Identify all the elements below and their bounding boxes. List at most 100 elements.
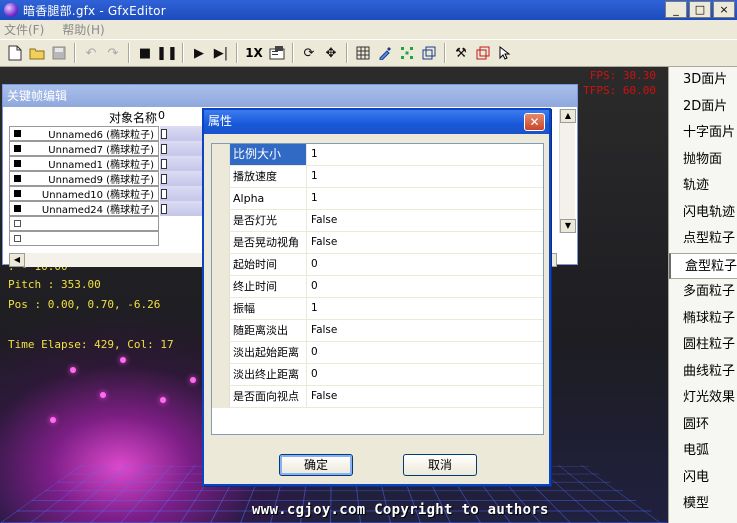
maximize-button[interactable]: □	[689, 1, 711, 18]
save-icon[interactable]	[48, 42, 70, 64]
keyframe-track[interactable]	[160, 141, 206, 156]
property-value[interactable]: 1	[307, 166, 543, 187]
object-type-item[interactable]: 多面粒子	[669, 279, 737, 306]
object-type-item[interactable]: 圆环	[669, 412, 737, 439]
keyframe-track[interactable]	[160, 171, 206, 186]
property-value[interactable]: False	[307, 210, 543, 231]
undo-icon[interactable]: ↶	[80, 42, 102, 64]
empty-checkbox[interactable]	[14, 220, 21, 227]
object-visibility-checkbox[interactable]	[14, 145, 21, 152]
property-value[interactable]: 0	[307, 276, 543, 297]
object-type-item[interactable]: 十字面片	[669, 120, 737, 147]
open-folder-icon[interactable]	[26, 42, 48, 64]
object-type-item[interactable]: 椭球粒子	[669, 306, 737, 333]
object-type-panel: 3D面片 2D面片 十字面片 抛物面 轨迹 闪电轨迹 点型粒子 盒型粒子 多面粒…	[668, 67, 737, 523]
playback-speed-button[interactable]: 1X	[242, 46, 266, 60]
property-value[interactable]: 1	[307, 188, 543, 209]
property-row[interactable]: 是否面向视点 False	[212, 386, 543, 408]
object-type-item[interactable]: 点型粒子	[669, 226, 737, 253]
property-row[interactable]: 是否灯光 False	[212, 210, 543, 232]
pause-icon[interactable]: ❚❚	[156, 42, 178, 64]
keyframe-vertical-scrollbar[interactable]: ▲ ▼	[559, 109, 576, 233]
scroll-left-icon[interactable]: ◀	[9, 253, 25, 267]
property-value[interactable]: 0	[307, 364, 543, 385]
property-row[interactable]: 是否晃动视角 False	[212, 232, 543, 254]
property-row[interactable]: 随距离淡出 False	[212, 320, 543, 342]
keyframe-object-row[interactable]: Unnamed6 (椭球粒子)	[9, 126, 159, 141]
keyframe-track[interactable]	[160, 201, 206, 216]
property-row[interactable]: 淡出起始距离 0	[212, 342, 543, 364]
object-visibility-checkbox[interactable]	[14, 130, 21, 137]
property-row[interactable]: 振幅 1	[212, 298, 543, 320]
property-value[interactable]: False	[307, 386, 543, 407]
grid-icon[interactable]	[352, 42, 374, 64]
object-type-item[interactable]: 模型	[669, 491, 737, 518]
cancel-button[interactable]: 取消	[403, 454, 477, 476]
properties-icon[interactable]	[266, 42, 288, 64]
box-icon[interactable]	[418, 42, 440, 64]
redo-icon[interactable]: ↷	[102, 42, 124, 64]
object-type-item[interactable]: 3D面片	[669, 67, 737, 94]
object-visibility-checkbox[interactable]	[14, 175, 21, 182]
help-cursor-icon[interactable]	[494, 42, 516, 64]
keyframe-object-row[interactable]: Unnamed24 (椭球粒子)	[9, 201, 159, 216]
keyframe-track[interactable]	[160, 156, 206, 171]
object-visibility-checkbox[interactable]	[14, 205, 21, 212]
object-type-item[interactable]: 轨迹	[669, 173, 737, 200]
object-type-item[interactable]: 2D面片	[669, 94, 737, 121]
keyframe-object-row[interactable]: Unnamed1 (椭球粒子)	[9, 156, 159, 171]
property-value[interactable]: False	[307, 320, 543, 341]
scroll-up-icon[interactable]: ▲	[560, 109, 576, 123]
keyframe-object-row[interactable]: Unnamed7 (椭球粒子)	[9, 141, 159, 156]
keyframe-track[interactable]	[160, 186, 206, 201]
move-icon[interactable]: ✥	[320, 42, 342, 64]
object-type-item[interactable]: 闪电轨迹	[669, 200, 737, 227]
stop-icon[interactable]: ■	[134, 42, 156, 64]
object-name-column-header: 对象名称	[108, 111, 157, 125]
property-value[interactable]: False	[307, 232, 543, 253]
object-type-item[interactable]: 曲线粒子	[669, 359, 737, 386]
property-row[interactable]: 比例大小 1	[212, 144, 543, 166]
property-row[interactable]: 起始时间 0	[212, 254, 543, 276]
toolbar-separator	[292, 43, 294, 63]
close-button[interactable]: ×	[713, 1, 735, 18]
toolbar-separator	[74, 43, 76, 63]
scroll-down-icon[interactable]: ▼	[560, 219, 576, 233]
select-points-icon[interactable]	[396, 42, 418, 64]
keyframe-object-row[interactable]: Unnamed10 (椭球粒子)	[9, 186, 159, 201]
object-type-item[interactable]: 电弧	[669, 438, 737, 465]
keyframe-empty-row[interactable]	[9, 231, 159, 246]
keyframe-object-row[interactable]: Unnamed9 (椭球粒子)	[9, 171, 159, 186]
keyframe-track[interactable]	[160, 126, 206, 141]
object-type-item[interactable]: 闪电	[669, 465, 737, 492]
property-value[interactable]: 0	[307, 254, 543, 275]
menu-help[interactable]: 帮助(H)	[62, 21, 104, 38]
keyframe-empty-row[interactable]	[9, 216, 159, 231]
object-type-item[interactable]: 灯光效果	[669, 385, 737, 412]
tools-icon[interactable]: ⚒	[450, 42, 472, 64]
property-row[interactable]: Alpha 1	[212, 188, 543, 210]
box-red-icon[interactable]	[472, 42, 494, 64]
dialog-close-button[interactable]: ✕	[524, 113, 545, 131]
new-file-icon[interactable]	[4, 42, 26, 64]
play-icon[interactable]: ▶	[188, 42, 210, 64]
object-visibility-checkbox[interactable]	[14, 160, 21, 167]
rotate-icon[interactable]: ⟳	[298, 42, 320, 64]
ok-button[interactable]: 确定	[279, 454, 353, 476]
property-value[interactable]: 1	[307, 144, 543, 165]
property-row[interactable]: 终止时间 0	[212, 276, 543, 298]
eyedropper-icon[interactable]	[374, 42, 396, 64]
menu-file[interactable]: 文件(F)	[4, 21, 44, 38]
property-value[interactable]: 1	[307, 298, 543, 319]
property-row[interactable]: 淡出终止距离 0	[212, 364, 543, 386]
empty-checkbox[interactable]	[14, 235, 21, 242]
object-type-item[interactable]: 抛物面	[669, 147, 737, 174]
property-value[interactable]: 0	[307, 342, 543, 363]
object-visibility-checkbox[interactable]	[14, 190, 21, 197]
object-name: Unnamed9 (椭球粒子)	[48, 175, 154, 186]
property-row[interactable]: 播放速度 1	[212, 166, 543, 188]
minimize-button[interactable]: _	[665, 1, 687, 18]
object-type-item-selected[interactable]: 盒型粒子	[669, 252, 737, 279]
step-forward-icon[interactable]: ▶|	[210, 42, 232, 64]
object-type-item[interactable]: 圆柱粒子	[669, 332, 737, 359]
